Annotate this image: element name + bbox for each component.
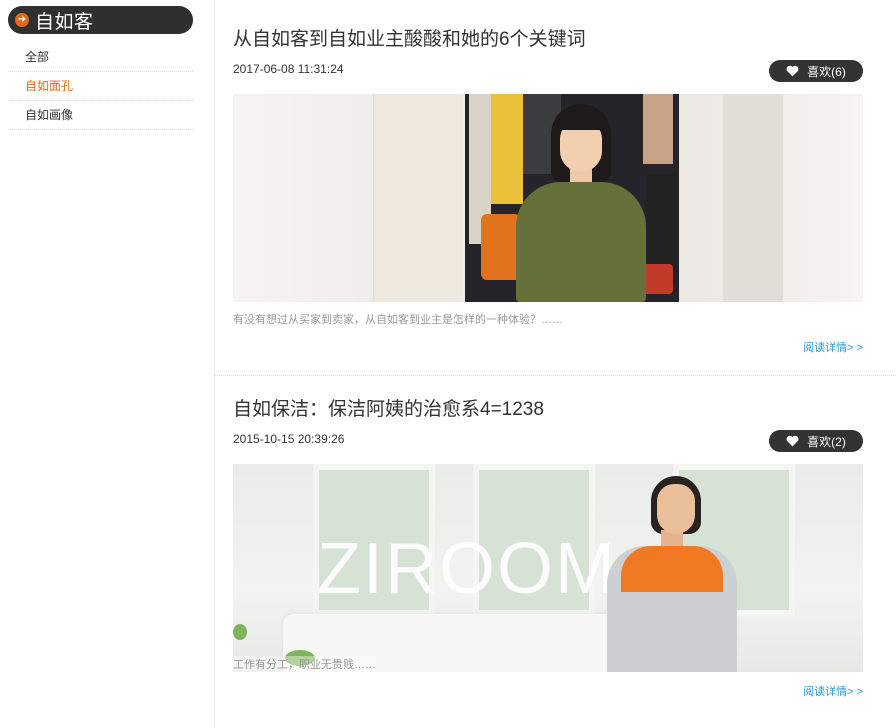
heart-icon: [786, 65, 799, 77]
read-more-link[interactable]: 阅读详情> >: [233, 339, 863, 355]
article-image[interactable]: [233, 94, 863, 302]
article-card: 自如保洁：保洁阿姨的治愈系4=1238 2015-10-15 20:39:26 …: [233, 396, 863, 699]
brand-header: ➜ 自如客: [8, 6, 193, 34]
arrow-right-icon: ➜: [15, 13, 29, 27]
like-count: 喜欢(2): [807, 434, 846, 449]
article-divider: [215, 375, 896, 376]
article-summary: 有没有想过从买家到卖家，从自如客到业主是怎样的一种体验？……: [233, 314, 563, 326]
article-image[interactable]: ZIROOM 工作有分工，职业无贵贱……: [233, 464, 863, 672]
like-button[interactable]: 喜欢(2): [769, 430, 863, 452]
sidebar: ➜ 自如客 全部 自如面孔 自如画像: [0, 0, 215, 728]
article-meta: 2017-06-08 11:31:24 喜欢(6): [233, 60, 863, 84]
sidebar-item-faces[interactable]: 自如面孔: [8, 72, 193, 101]
like-count: 喜欢(6): [807, 64, 846, 79]
read-more-link[interactable]: 阅读详情> >: [233, 683, 863, 699]
brand-title: 自如客: [35, 11, 94, 33]
article-list: 从自如客到自如业主酸酸和她的6个关键词 2017-06-08 11:31:24 …: [215, 0, 896, 728]
article-title[interactable]: 从自如客到自如业主酸酸和她的6个关键词: [233, 26, 863, 54]
article-date: 2017-06-08 11:31:24: [233, 62, 344, 76]
sidebar-item-portraits[interactable]: 自如画像: [8, 101, 193, 130]
article-summary: 工作有分工，职业无贵贱……: [233, 656, 376, 672]
article-title[interactable]: 自如保洁：保洁阿姨的治愈系4=1238: [233, 396, 863, 424]
article-meta: 2015-10-15 20:39:26 喜欢(2): [233, 430, 863, 454]
article-card: 从自如客到自如业主酸酸和她的6个关键词 2017-06-08 11:31:24 …: [233, 26, 863, 355]
like-button[interactable]: 喜欢(6): [769, 60, 863, 82]
heart-icon: [786, 435, 799, 447]
article-date: 2015-10-15 20:39:26: [233, 432, 345, 446]
sidebar-item-all[interactable]: 全部: [8, 43, 193, 72]
category-nav: 全部 自如面孔 自如画像: [8, 43, 193, 130]
ziroom-watermark: ZIROOM: [317, 529, 617, 609]
